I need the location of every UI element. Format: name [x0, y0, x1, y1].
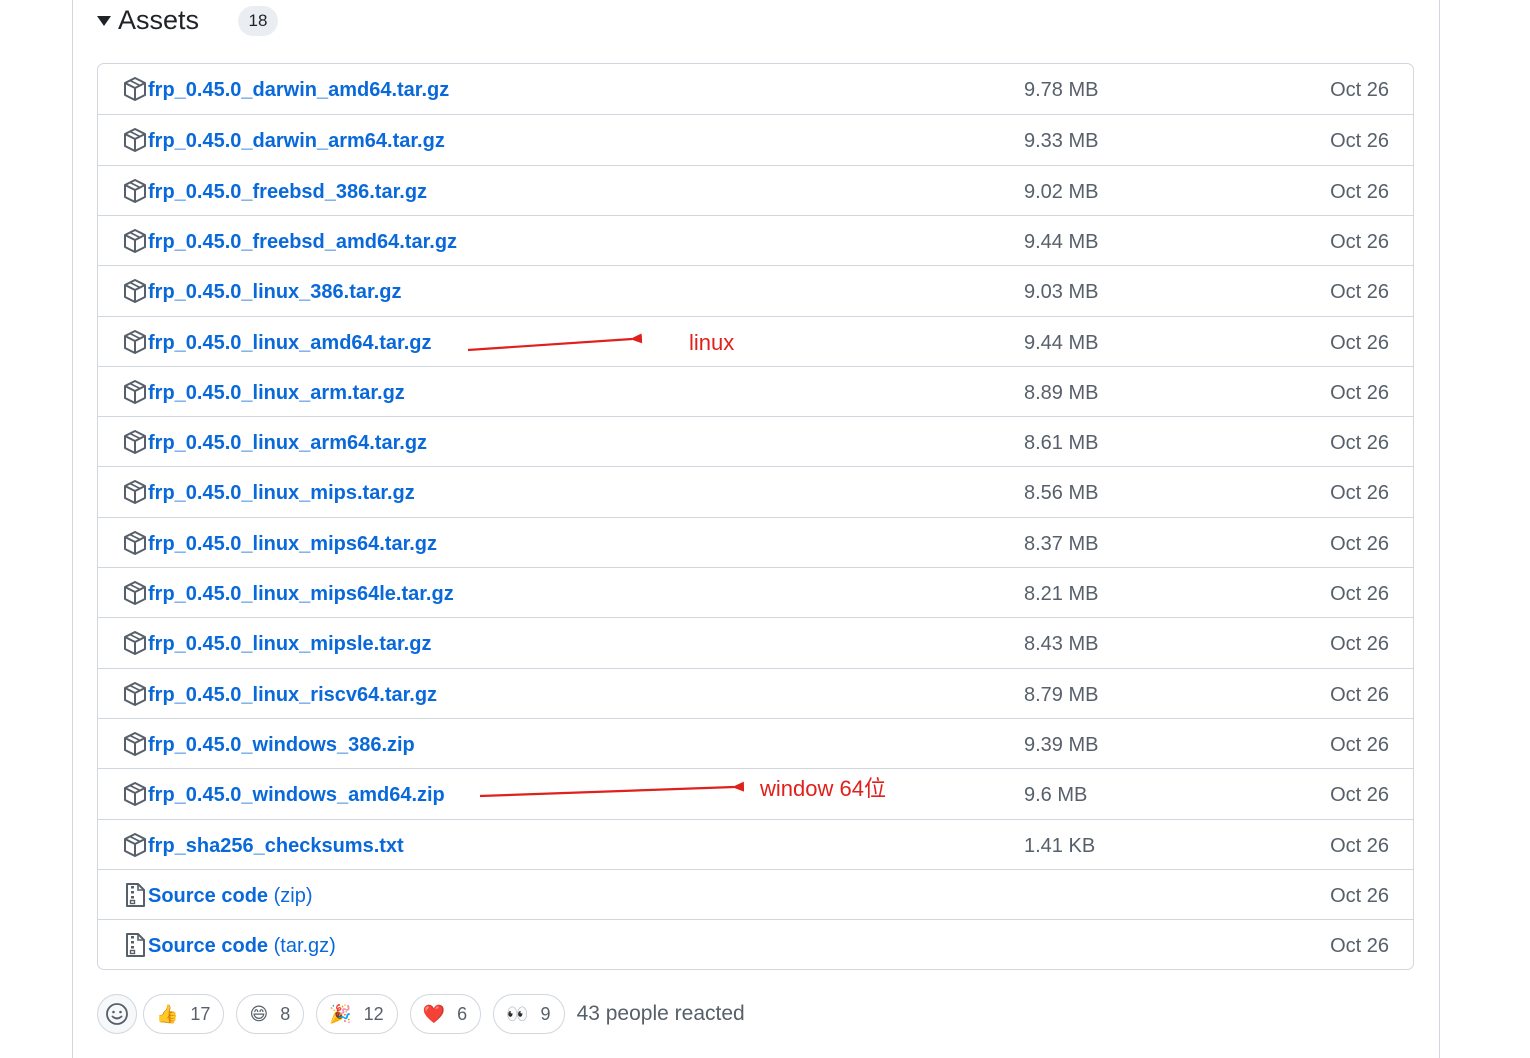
reactions-bar: 👍 17 😄 8 🎉 12 ❤️ 6 👀 9 43 people reacted [97, 994, 745, 1034]
reaction-count: 8 [280, 1003, 291, 1024]
heart-icon: ❤️ [422, 1004, 446, 1024]
reaction-buttons: 👍 17 😄 8 🎉 12 ❤️ 6 👀 9 [143, 994, 577, 1034]
reaction-button[interactable]: 😄 8 [236, 994, 305, 1034]
windows-arrow [479, 781, 745, 798]
reaction-button[interactable]: 🎉 12 [316, 994, 398, 1034]
hooray-icon: 🎉 [329, 1004, 352, 1024]
reaction-count: 17 [190, 1003, 211, 1024]
reaction-button[interactable]: 👍 17 [143, 994, 225, 1034]
reaction-count: 6 [457, 1003, 468, 1024]
windows-annotation: window 64位 [760, 776, 886, 801]
laugh-icon: 😄 [249, 1004, 269, 1024]
smiley-icon [106, 1003, 128, 1025]
reaction-count: 12 [363, 1003, 384, 1024]
reaction-button[interactable]: 👀 9 [493, 994, 565, 1034]
reaction-summary: 43 people reacted [576, 1002, 745, 1025]
add-reaction-button[interactable] [97, 994, 137, 1034]
linux-arrow [467, 333, 643, 352]
annotation-layer [467, 333, 745, 798]
linux-annotation: linux [689, 330, 735, 355]
reaction-button[interactable]: ❤️ 6 [409, 994, 482, 1034]
eyes-icon: 👀 [506, 1004, 529, 1024]
thumbs-up-icon: 👍 [156, 1004, 179, 1024]
reaction-count: 9 [540, 1003, 551, 1024]
